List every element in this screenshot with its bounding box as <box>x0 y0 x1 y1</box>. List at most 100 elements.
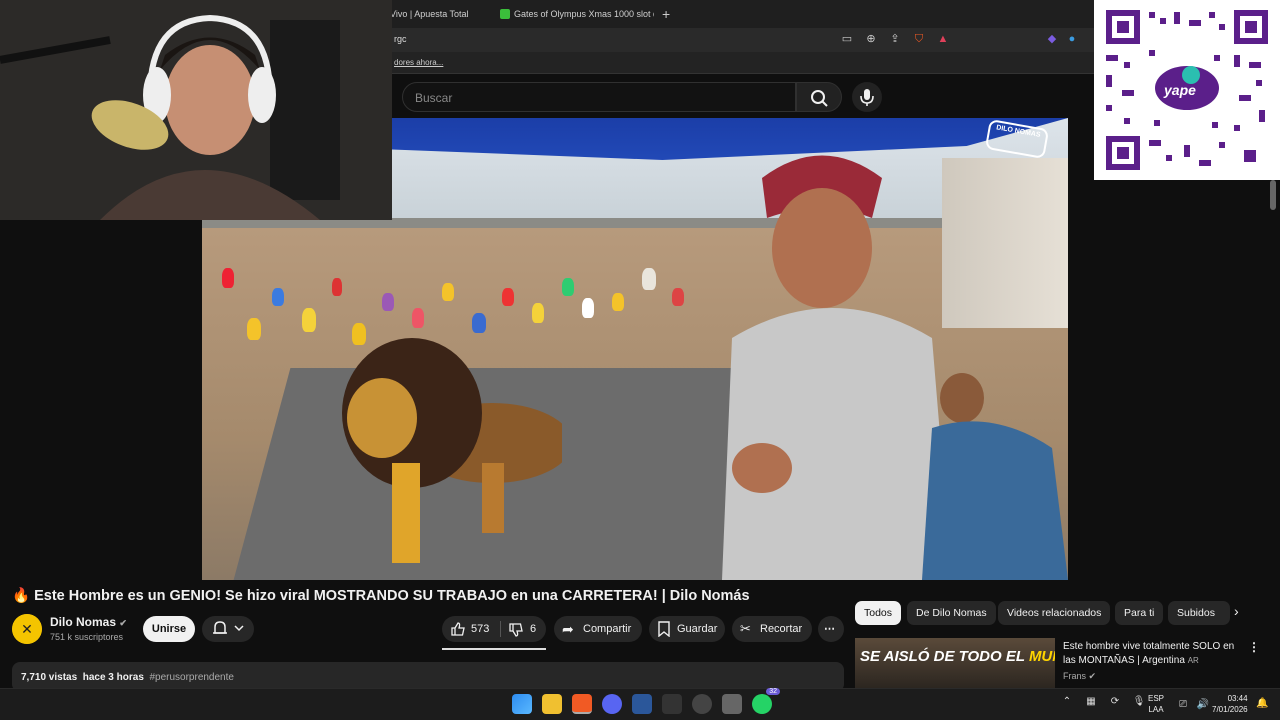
search-placeholder: Buscar <box>415 91 453 105</box>
like-dislike-group: 573 6 <box>442 616 546 642</box>
brave-shield-icon[interactable]: ⛉ <box>912 32 926 46</box>
recommended-title-text: Este hombre vive totalmente SOLO en las … <box>1063 641 1235 666</box>
bookmark-link[interactable]: dores ahora... <box>394 58 443 67</box>
save-label: Guardar <box>677 623 718 635</box>
country-tag: AR <box>1187 656 1199 665</box>
channel-row: ✕ Dilo Nomas ✔ 751 k suscriptores Unirse… <box>12 612 852 648</box>
video-title: 🔥 Este Hombre es un GENIO! Se hizo viral… <box>12 587 842 609</box>
more-actions-button[interactable]: ⋯ <box>818 616 844 642</box>
chip-subidos[interactable]: Subidos <box>1168 601 1230 625</box>
search-input[interactable]: Buscar <box>402 82 796 112</box>
whatsapp-icon[interactable]: 32 <box>752 688 780 714</box>
notification-bell-button[interactable] <box>202 616 254 642</box>
save-button[interactable]: Guardar <box>649 616 725 642</box>
notification-icon[interactable]: 🔔 <box>1256 698 1268 709</box>
recommended-channel[interactable]: Frans ✔ <box>1063 671 1096 682</box>
brave-rewards-icon[interactable]: ▲ <box>936 32 950 46</box>
chevron-right-icon[interactable]: › <box>1234 603 1239 619</box>
video-title-text: Este Hombre es un GENIO! Se hizo viral M… <box>34 588 750 604</box>
system-clock[interactable]: 03:44 7/01/2026 <box>1212 693 1248 715</box>
video-thumbnail[interactable]: SE AISLÓ DE TODO EL MUNDO <box>855 638 1055 688</box>
slot-favicon-icon <box>500 9 510 19</box>
browser-tab-active[interactable]: Gates of Olympus Xmas 1000 slot de <box>498 3 654 25</box>
svg-text:✕: ✕ <box>21 622 33 638</box>
browser-tab[interactable]: Vivo | Apuesta Total <box>390 3 490 25</box>
tray-app-icon[interactable]: ▦ <box>1084 695 1098 709</box>
discord-icon[interactable] <box>602 694 622 714</box>
kebab-menu-icon[interactable]: ⋮ <box>1248 640 1260 654</box>
channel-name[interactable]: Dilo Nomas ✔ <box>50 615 127 629</box>
browser-tabbar: Vivo | Apuesta Total Gates of Olympus Xm… <box>390 0 1110 28</box>
channel-avatar[interactable]: ✕ <box>12 614 42 644</box>
chevron-up-icon[interactable]: ⌃ <box>1060 695 1074 709</box>
recommended-video[interactable]: SE AISLÓ DE TODO EL MUNDO Este hombre vi… <box>855 638 1265 688</box>
brave-browser-icon[interactable] <box>572 694 592 714</box>
streamer-webcam <box>0 0 392 220</box>
network-icon[interactable]: ⎚ <box>1176 698 1190 712</box>
verified-icon: ✔ <box>119 618 127 628</box>
clock-time: 03:44 <box>1227 694 1248 703</box>
zoom-icon[interactable]: ⊕ <box>864 32 878 46</box>
file-explorer-icon[interactable] <box>542 694 562 714</box>
thumbnail-text: SE AISLÓ DE TODO EL MUNDO <box>860 648 1055 665</box>
recommended-title[interactable]: Este hombre vive totalmente SOLO en las … <box>1063 640 1248 668</box>
epic-games-icon[interactable] <box>662 694 682 714</box>
clip-label: Recortar <box>760 623 803 635</box>
thumbs-down-icon[interactable] <box>508 622 524 638</box>
language-indicator[interactable]: ESP LAA <box>1148 693 1164 715</box>
join-button[interactable]: Unirse <box>143 616 195 642</box>
new-tab-button[interactable]: + <box>662 3 670 25</box>
share-icon: ➦ <box>562 621 574 637</box>
video-buildings <box>942 158 1068 328</box>
address-bar[interactable]: rgc ▭ ⊕ ⇪ ⛉ ▲ ◆ ● <box>390 28 1110 52</box>
thumbnail-text-b: MUNDO <box>1028 648 1055 665</box>
like-count[interactable]: 573 <box>471 616 489 642</box>
notification-badge: 32 <box>766 688 780 695</box>
description-meta: 7,710 vistas hace 3 horas #perusorprende… <box>21 672 234 683</box>
obs-icon[interactable] <box>692 694 712 714</box>
scissors-icon: ✂ <box>740 621 751 636</box>
volume-icon[interactable]: 🔊 <box>1196 698 1210 712</box>
more-dots-icon: ⋯ <box>824 623 835 635</box>
chip-related[interactable]: Videos relacionados <box>998 601 1111 625</box>
cast-icon[interactable]: ▭ <box>840 32 854 46</box>
hashtag-link[interactable]: #perusorprendente <box>149 672 234 683</box>
worker-person <box>922 373 1068 580</box>
chip-channel[interactable]: De Dilo Nomas <box>907 601 996 625</box>
share-page-icon[interactable]: ⇪ <box>888 32 902 46</box>
fire-icon: 🔥 <box>12 588 31 604</box>
clip-button[interactable]: ✂ Recortar <box>732 616 812 642</box>
like-underline <box>442 648 546 650</box>
recommended-channel-name: Frans <box>1063 671 1087 681</box>
lang-b: LAA <box>1148 705 1164 714</box>
bookmarks-bar: dores ahora... <box>390 52 1110 74</box>
word-icon[interactable] <box>632 694 652 714</box>
voice-search-button[interactable] <box>852 82 882 112</box>
clock-date: 7/01/2026 <box>1212 705 1248 714</box>
tab-label: Gates of Olympus Xmas 1000 slot de <box>514 9 654 19</box>
yape-qr-code: yape <box>1094 0 1280 180</box>
subscriber-count: 751 k suscriptores <box>50 632 124 642</box>
chip-todos[interactable]: Todos <box>855 601 902 625</box>
microphone-tray-icon[interactable]: 🎙 <box>1132 695 1146 709</box>
lion-sculpture <box>342 338 562 563</box>
sync-icon[interactable]: ⟳ <box>1108 695 1122 709</box>
search-button[interactable] <box>796 82 842 112</box>
lang-a: ESP <box>1148 694 1165 703</box>
artisan-man <box>722 155 952 580</box>
view-count: 7,710 vistas <box>21 672 78 683</box>
share-button[interactable]: ➦ Compartir <box>554 616 642 642</box>
scrollbar[interactable] <box>1270 180 1276 210</box>
app-icon[interactable] <box>722 694 742 714</box>
dislike-count: 6 <box>530 623 537 635</box>
windows-taskbar: 32 ⌃ ▦ ⟳ 🎙 ESP LAA ⎚ 🔊 03:44 7/01/2026 🔔 <box>0 688 1280 720</box>
channel-name-text: Dilo Nomas <box>50 615 117 629</box>
extension-icon[interactable]: ● <box>1065 32 1079 46</box>
yape-brand: yape <box>1164 82 1196 98</box>
divider <box>500 621 501 637</box>
chip-para-ti[interactable]: Para ti <box>1115 601 1164 625</box>
windows-start-icon[interactable] <box>512 694 532 714</box>
extension-icon[interactable]: ◆ <box>1045 32 1059 46</box>
webcam-overlay <box>0 0 392 220</box>
thumbs-up-icon[interactable] <box>450 621 466 637</box>
